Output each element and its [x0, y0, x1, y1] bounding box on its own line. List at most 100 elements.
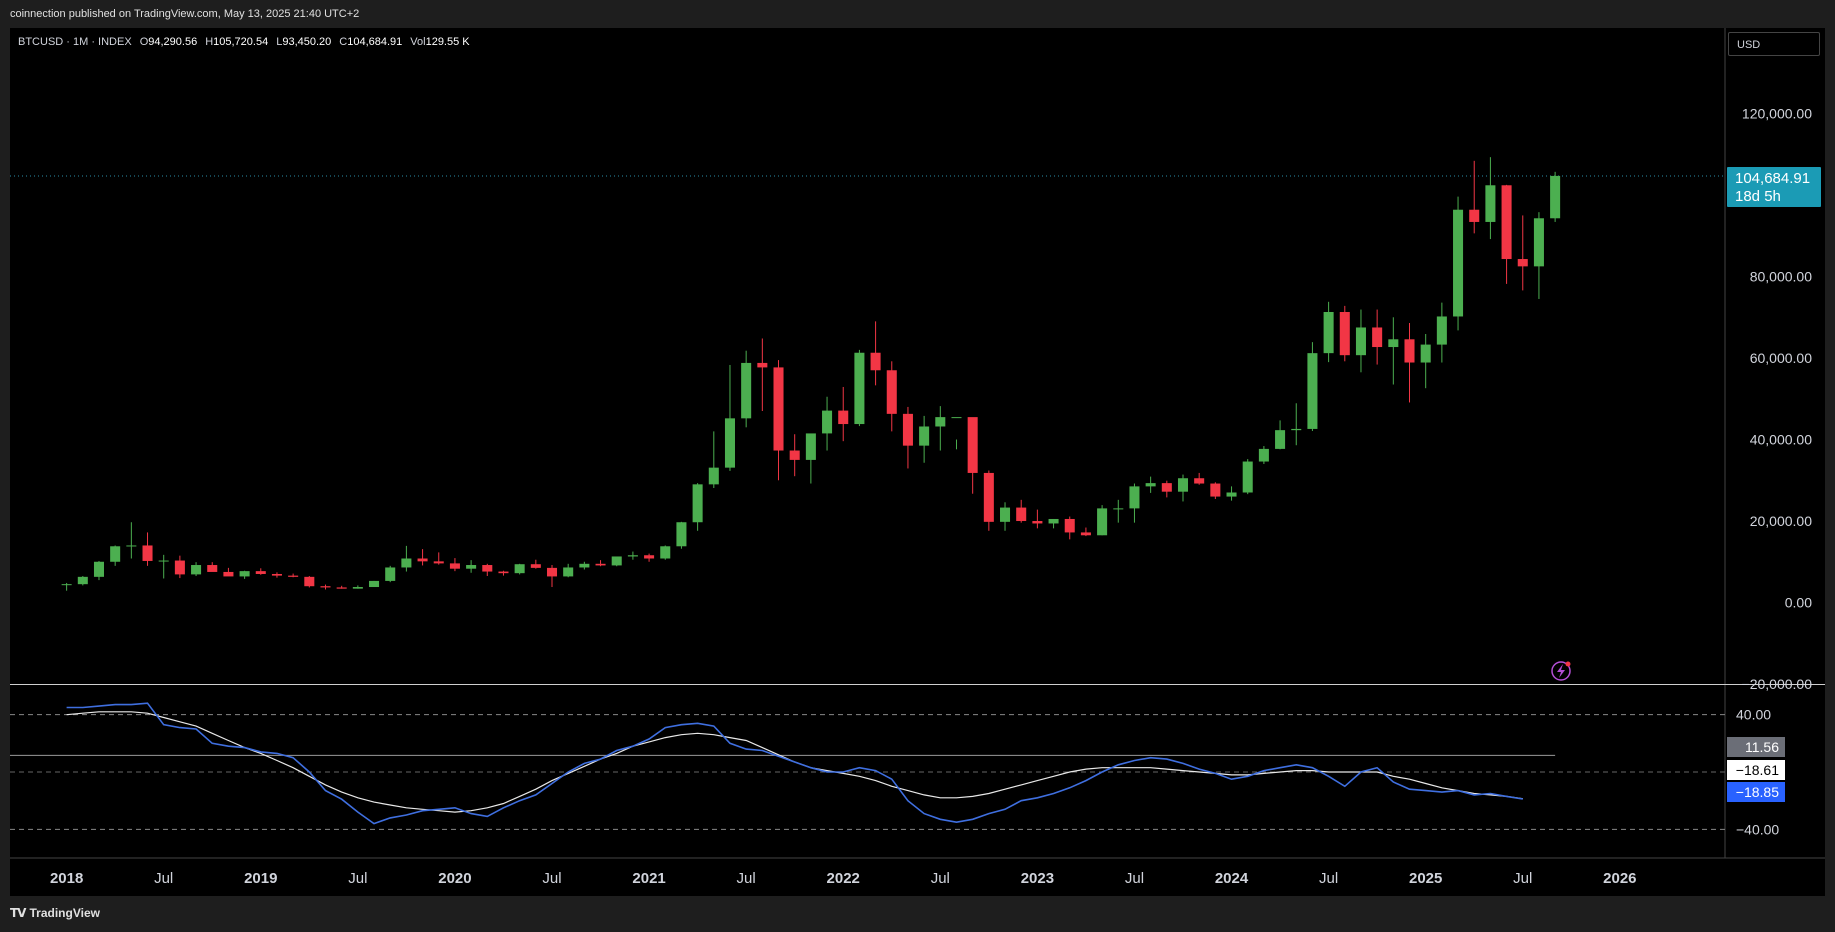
candle-body [174, 560, 185, 575]
candle-body [1194, 478, 1205, 484]
candle-body [886, 370, 897, 414]
candle-body [951, 417, 962, 419]
price-tick-label: 0.00 [1785, 595, 1812, 611]
candle-body [1404, 339, 1415, 363]
legend-volume: Vol129.55 K [410, 36, 470, 48]
candle-body [1339, 311, 1350, 356]
price-tick-label: 60,000.00 [1750, 350, 1812, 366]
rsi-badge-value: −18.61 [1736, 762, 1779, 778]
candle-body [77, 576, 88, 585]
candle-body [61, 584, 72, 586]
candle-body [692, 484, 703, 523]
candle-body [708, 467, 719, 485]
time-tick-label: 2018 [50, 870, 83, 887]
footer-bar: TV TradingView [0, 896, 1835, 932]
candle-body [822, 410, 833, 434]
time-tick-label: 2021 [632, 870, 665, 887]
candle-body [546, 567, 558, 577]
candle-body [1469, 209, 1480, 222]
candle-body [1533, 218, 1544, 267]
candle-body [191, 565, 202, 575]
candle-body [902, 413, 913, 446]
candle-body [1388, 339, 1399, 348]
candle-body [1064, 518, 1075, 533]
chart-svg[interactable]: −20,000.00 0.00 20,000.00 40,000.00 60,000.0… [0, 0, 1835, 932]
candle-body [757, 362, 768, 368]
candle-body [1323, 311, 1334, 354]
tradingview-brand: TradingView [29, 906, 100, 920]
candle-body [466, 565, 477, 569]
rsi-badge-value: −18.85 [1736, 784, 1779, 800]
candle-body [1517, 259, 1528, 267]
candle-body [288, 575, 299, 577]
candle-body [967, 417, 978, 473]
time-tick-label: 2019 [244, 870, 277, 887]
candle-body [1436, 316, 1447, 345]
candle-body [935, 417, 946, 427]
time-tick-label: Jul [348, 870, 367, 887]
candle-body [1080, 532, 1091, 536]
candle-body [1048, 518, 1059, 524]
price-tick-label: 80,000.00 [1750, 269, 1812, 285]
rsi-line [66, 702, 1523, 825]
candle-body [579, 563, 590, 568]
time-tick-label: 2024 [1215, 870, 1249, 887]
candle-body [1145, 483, 1156, 487]
lightning-icon-bolt [1557, 664, 1565, 678]
tradingview-logo-icon: TV [10, 906, 27, 920]
legend-open: O94,290.56 [139, 36, 198, 48]
candle-body [93, 561, 105, 577]
candle-body [369, 580, 380, 588]
candle-body [1485, 185, 1496, 222]
candle-body [919, 426, 930, 446]
candle-body [854, 352, 865, 425]
candle-body [1291, 428, 1302, 431]
legend-symbol[interactable]: BTCUSD · 1M · INDEX [18, 36, 132, 48]
candle-body [1016, 507, 1027, 522]
candle-body [1000, 507, 1011, 522]
time-tick-label: 2026 [1603, 870, 1636, 887]
price-tick-label: 40,000.00 [1750, 432, 1812, 448]
candle-body [676, 522, 687, 547]
candle-body [255, 571, 266, 574]
candle-body [1129, 486, 1140, 509]
candle-body [1113, 508, 1124, 510]
price-badge-value: 104,684.91 [1735, 170, 1810, 187]
price-badge-countdown: 18d 5h [1735, 188, 1781, 205]
candle-body [870, 352, 881, 371]
legend-low: L93,450.20 [276, 36, 332, 48]
candle-body [1420, 344, 1431, 363]
legend-close: C104,684.91 [339, 36, 403, 48]
time-tick-label: Jul [154, 870, 173, 887]
candle-body [1258, 448, 1269, 462]
legend-high: H105,720.54 [205, 36, 269, 48]
time-tick-label: Jul [737, 870, 756, 887]
price-tick-label: −20,000.00 [1742, 676, 1813, 692]
candle-body [773, 367, 784, 451]
currency-selector[interactable]: USD [1728, 32, 1820, 56]
time-tick-label: 2025 [1409, 870, 1442, 887]
candle-body [983, 472, 994, 522]
time-tick-label: Jul [931, 870, 950, 887]
time-tick-label: Jul [1319, 870, 1338, 887]
candle-body [1355, 327, 1366, 356]
time-tick-label: Jul [542, 870, 561, 887]
candle-body [563, 567, 574, 577]
candle-body [1097, 508, 1108, 536]
candle-body [1210, 483, 1221, 497]
candle-body [611, 556, 622, 566]
candle-body [741, 362, 752, 419]
candle-body [417, 558, 428, 562]
tradingview-logo[interactable]: TV TradingView [10, 906, 100, 920]
candle-body [838, 410, 849, 425]
candle-body [223, 571, 234, 577]
candle-body [449, 563, 460, 569]
candle-body [1177, 478, 1189, 492]
candle-body [482, 565, 493, 572]
candle-body [1372, 327, 1383, 348]
candle-body [1307, 353, 1318, 429]
price-tick-label: 120,000.00 [1742, 106, 1812, 122]
candle-body [595, 563, 606, 566]
candle-body [805, 433, 816, 460]
candle-body [207, 565, 218, 572]
